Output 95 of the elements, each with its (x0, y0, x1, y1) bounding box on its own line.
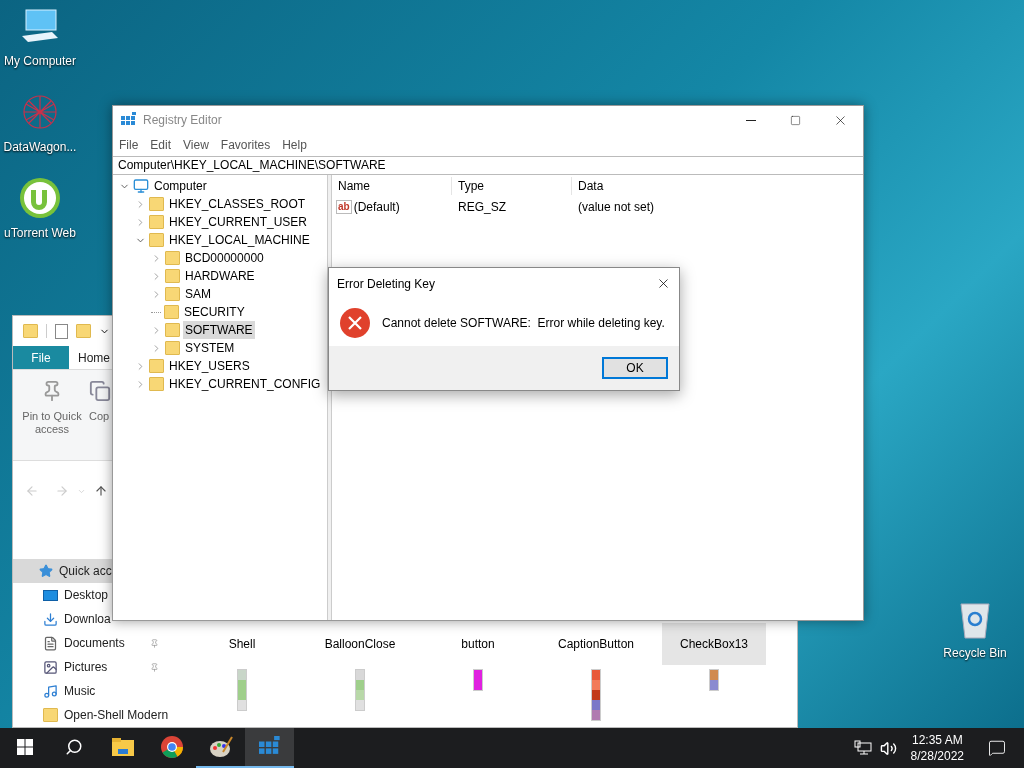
image-strip-thumbnail (473, 669, 483, 691)
folder-icon (149, 359, 164, 373)
tree-item[interactable]: HARDWARE (183, 267, 257, 285)
paint-palette-icon (208, 736, 233, 758)
nav-pane-item[interactable]: Desktop (13, 583, 113, 607)
nav-pane-item[interactable]: Pictures (13, 655, 163, 679)
desktop-icon-label[interactable]: uTorrent Web (4, 224, 76, 242)
maximize-icon (790, 114, 801, 126)
column-header[interactable]: Type (452, 177, 572, 195)
new-folder-icon (76, 324, 91, 338)
folder-icon (149, 233, 164, 247)
address-bar[interactable]: Computer\HKEY_LOCAL_MACHINE\SOFTWARE (113, 156, 863, 175)
ok-button[interactable]: OK (602, 357, 668, 379)
network-icon (853, 740, 872, 756)
nav-pane-item[interactable]: Music (13, 679, 163, 703)
music-note-icon (43, 683, 58, 699)
menu-item[interactable]: View (179, 136, 213, 154)
windows-logo-icon (16, 739, 33, 755)
menu-item[interactable]: Help (278, 136, 311, 154)
value-name[interactable]: (Default) (353, 198, 400, 216)
notification-icon[interactable] (988, 739, 1006, 757)
document-icon (43, 635, 58, 651)
nav-pane-item[interactable]: Open-Shell Modern (13, 703, 173, 727)
back-arrow-icon[interactable] (25, 484, 39, 498)
desktop-icon-label[interactable]: DataWagon... (3, 138, 77, 156)
volume-icon[interactable] (879, 739, 897, 757)
file-item-label[interactable]: CheckBox13 (662, 623, 766, 665)
ribbon-button[interactable]: Pin to Quick access (19, 380, 85, 436)
minimize-icon (745, 119, 756, 121)
folder-icon (111, 738, 134, 756)
pin-icon (148, 661, 159, 673)
file-item-label[interactable]: BalloonClose (308, 623, 412, 665)
column-header[interactable]: Data (572, 177, 732, 195)
desktop-icon-label[interactable]: Recycle Bin (943, 644, 1007, 662)
folder-icon (43, 708, 58, 722)
chrome-icon (160, 736, 183, 758)
tree-item[interactable]: SYSTEM (183, 339, 237, 357)
error-message: Cannot delete SOFTWARE: Error while deleting key. (382, 314, 665, 332)
value-data: (value not set) (577, 199, 655, 216)
ribbon-tab[interactable]: Home (69, 346, 112, 369)
tree-item[interactable]: SECURITY (182, 303, 247, 321)
tree-item[interactable]: HKEY_USERS (167, 357, 252, 375)
tree-item[interactable]: HKEY_LOCAL_MACHINE (167, 231, 312, 249)
image-strip-thumbnail (709, 669, 719, 691)
string-value-icon: ab (336, 200, 352, 214)
download-arrow-icon (43, 611, 58, 627)
image-strip-thumbnail (591, 669, 601, 721)
image-strip-thumbnail (355, 669, 365, 711)
menu-item[interactable]: Favorites (216, 136, 275, 154)
file-item-label[interactable]: Shell (190, 623, 294, 665)
folder-icon (165, 323, 180, 337)
tree-item[interactable]: Computer (152, 177, 209, 195)
pin-icon (148, 637, 159, 649)
folder-icon (149, 377, 164, 391)
window-title: Registry Editor (143, 112, 222, 129)
column-header[interactable]: Name (332, 177, 452, 195)
nav-pane-item[interactable]: Documents (13, 631, 163, 655)
tree-item[interactable]: HKEY_CURRENT_CONFIG (167, 375, 323, 393)
folder-icon (165, 251, 180, 265)
desktop-icon (43, 589, 58, 601)
folder-icon (23, 324, 38, 338)
folder-icon (164, 305, 179, 319)
dialog-title: Error Deleting Key (337, 275, 436, 293)
properties-icon[interactable] (55, 323, 68, 339)
menu-item[interactable]: Edit (146, 136, 176, 154)
recycle-bin-icon (958, 600, 992, 640)
folder-icon (165, 269, 180, 283)
desktop-icon-label[interactable]: My Computer (4, 52, 76, 70)
tree-item[interactable]: HKEY_CURRENT_USER (167, 213, 310, 231)
ribbon-tab[interactable]: File (13, 346, 69, 369)
folder-icon (165, 287, 180, 301)
file-item-label[interactable]: CaptionButton (544, 623, 648, 665)
registry-cubes-icon (121, 112, 137, 128)
menu-item[interactable]: File (115, 136, 143, 154)
error-icon (340, 307, 370, 338)
star-icon (39, 564, 53, 578)
tree-dotted-line (151, 311, 161, 313)
forward-arrow-icon[interactable] (55, 484, 69, 498)
copy-icon (89, 380, 111, 402)
nav-pane-item[interactable]: Downloa (13, 607, 115, 631)
value-type: REG_SZ (457, 199, 507, 216)
tree-item[interactable]: SAM (183, 285, 213, 303)
folder-icon (149, 197, 164, 211)
file-item-label[interactable]: button (426, 623, 530, 665)
folder-icon (165, 341, 180, 355)
search-icon (64, 738, 83, 756)
picture-icon (43, 659, 58, 675)
image-strip-thumbnail (237, 669, 247, 711)
tree-item[interactable]: SOFTWARE (183, 321, 255, 339)
computer-icon (133, 178, 149, 194)
clock[interactable]: 12:35 AM 8/28/2022 (904, 732, 970, 764)
tree-item[interactable]: HKEY_CLASSES_ROOT (167, 195, 308, 213)
ribbon-button[interactable]: Cop (89, 380, 111, 423)
folder-icon (149, 215, 164, 229)
tree-item[interactable]: BCD00000000 (183, 249, 266, 267)
